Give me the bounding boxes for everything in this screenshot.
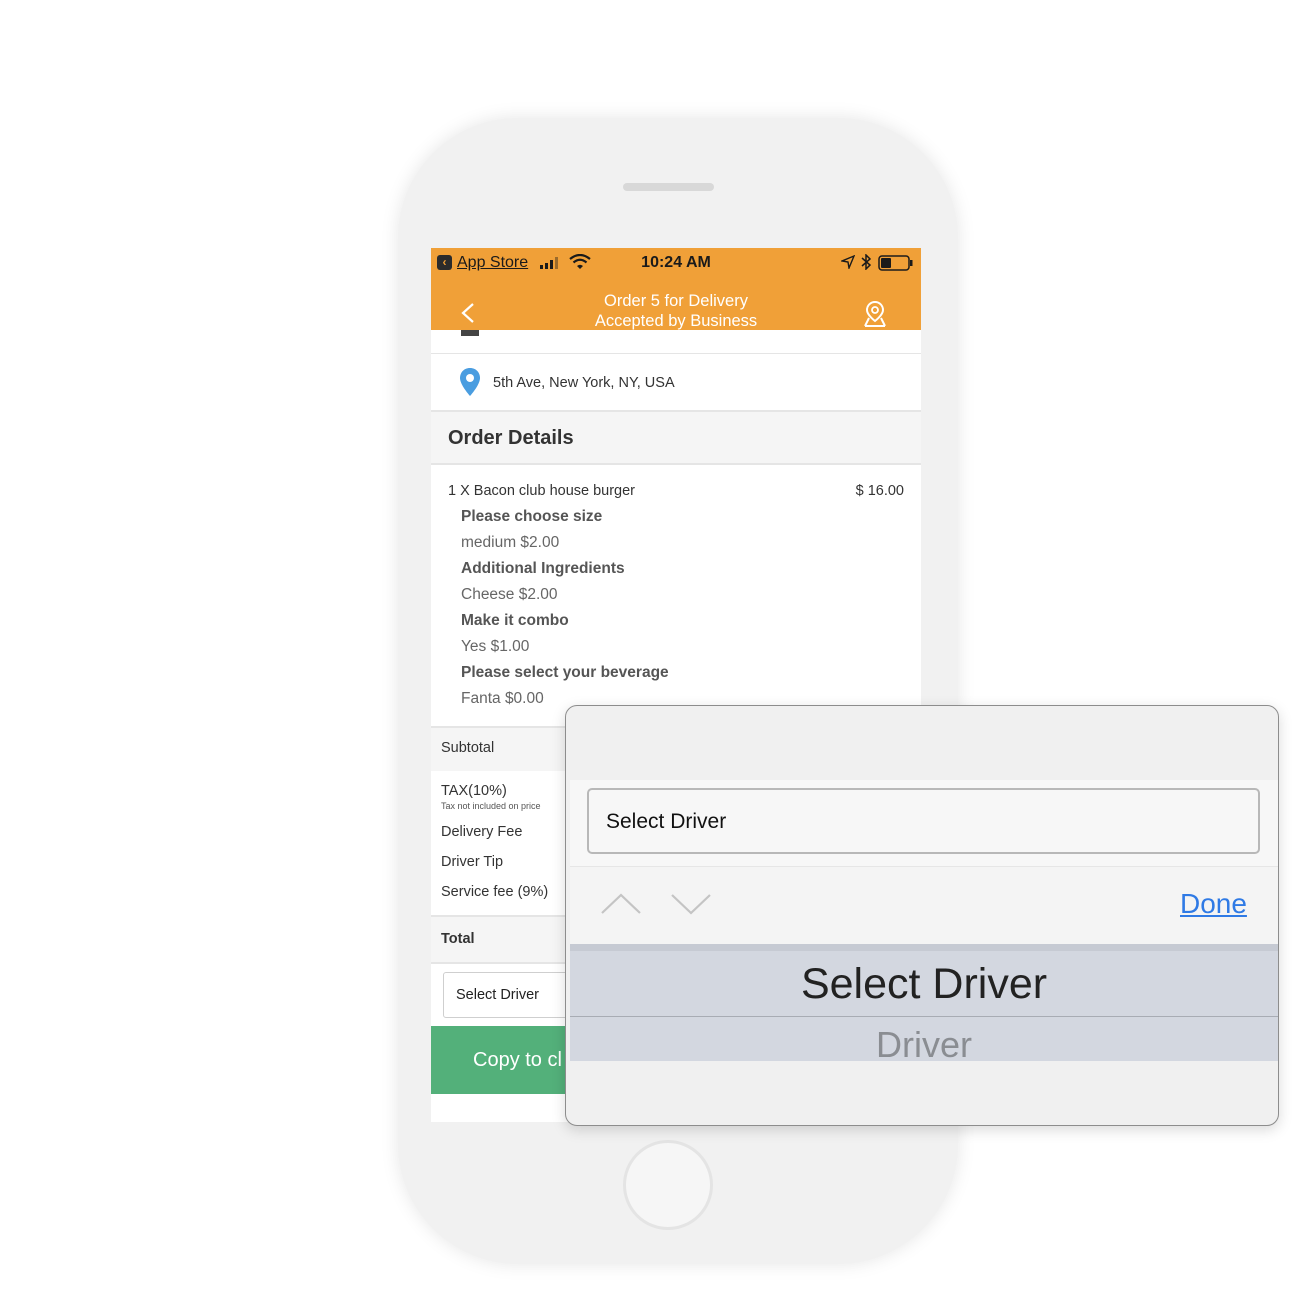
app-header: ‹ App Store 10:24 AM Order 5 for Deliver… [431, 248, 921, 330]
picker-option-selected[interactable]: Select Driver [570, 960, 1278, 1009]
chevron-down-icon[interactable] [670, 891, 712, 915]
address-row: 5th Ave, New York, NY, USA [431, 354, 921, 412]
order-details-title: Order Details [448, 427, 574, 449]
select-driver-input-value: Select Driver [606, 810, 727, 833]
order-details-header: Order Details [431, 412, 921, 465]
select-driver-input[interactable]: Select Driver [587, 788, 1260, 854]
subtotal-label: Subtotal [441, 740, 495, 756]
chevron-up-icon[interactable] [600, 891, 642, 915]
picker-divider [570, 1016, 1278, 1017]
location-arrow-icon [841, 255, 855, 269]
picker-top-border [570, 944, 1278, 951]
driver-picker-popup: Select Driver Done Select Driver Driver [565, 705, 1279, 1126]
nav-title: Order 5 for Delivery Accepted by Busines… [431, 291, 921, 331]
option-value: medium $2.00 [461, 534, 560, 551]
bluetooth-icon [861, 254, 872, 270]
nav-title-line2: Accepted by Business [594, 312, 758, 330]
phone-speaker [623, 183, 714, 191]
status-bar: ‹ App Store 10:24 AM [431, 248, 921, 278]
picker-toolbar: Done [570, 866, 1278, 944]
driver-tip-label: Driver Tip [441, 854, 504, 870]
option-heading: Make it combo [461, 612, 569, 629]
picker-option[interactable]: Driver [570, 1024, 1278, 1066]
copy-button-label: Copy to cl [473, 1049, 562, 1071]
option-heading: Additional Ingredients [461, 560, 625, 577]
location-pin-icon [460, 368, 480, 396]
done-button[interactable]: Done [1180, 888, 1247, 920]
option-value: Yes $1.00 [461, 638, 530, 655]
battery-icon [878, 255, 913, 271]
home-button[interactable] [623, 1140, 713, 1230]
nav-title-line1: Order 5 for Delivery [604, 292, 748, 310]
select-driver-label: Select Driver [456, 987, 539, 1003]
item-options: Please choose size medium $2.00 Addition… [461, 505, 669, 713]
option-heading: Please choose size [461, 508, 603, 525]
driver-picker-wheel[interactable]: Select Driver Driver [570, 944, 1278, 1065]
option-heading: Please select your beverage [461, 664, 669, 681]
tax-note: Tax not included on price [441, 801, 541, 811]
delivery-address: 5th Ave, New York, NY, USA [493, 375, 675, 391]
order-item-name: 1 X Bacon club house burger [448, 483, 636, 499]
order-item-price: $ 16.00 [855, 483, 904, 499]
service-fee-label: Service fee (9%) [441, 884, 549, 900]
delivery-fee-label: Delivery Fee [441, 824, 523, 840]
map-pin-icon[interactable] [861, 300, 889, 328]
option-value: Cheese $2.00 [461, 586, 558, 603]
business-row [431, 330, 921, 354]
tax-label: TAX(10%) [441, 783, 507, 799]
total-label: Total [441, 931, 475, 947]
